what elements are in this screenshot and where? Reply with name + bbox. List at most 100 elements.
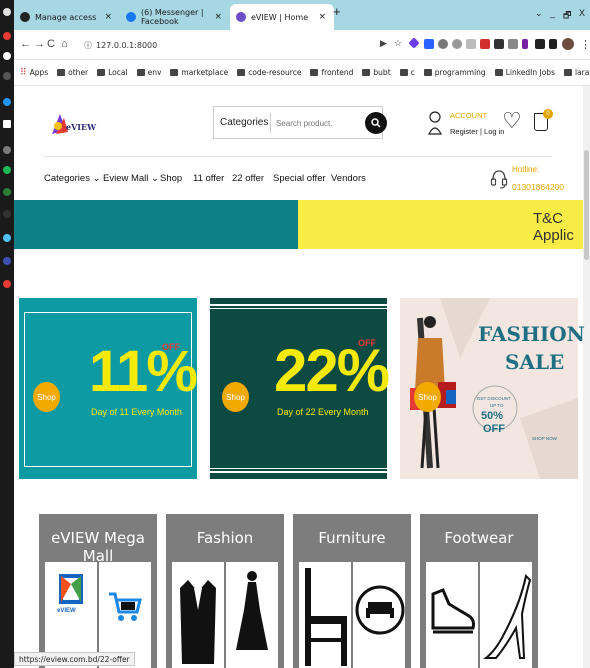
app-icon[interactable]: [3, 72, 11, 80]
restore-button[interactable]: 🗗: [563, 8, 571, 24]
search-icon: [371, 118, 381, 128]
extension-icon[interactable]: [549, 39, 557, 49]
extension-icon[interactable]: [466, 39, 476, 49]
categories-dropdown[interactable]: Categories: [220, 117, 268, 128]
app-icon[interactable]: [3, 234, 11, 242]
sneaker-icon: [431, 588, 475, 634]
tab-eview-home[interactable]: eVIEW | Home ×: [230, 4, 334, 30]
more-menu-icon[interactable]: ⋮: [580, 38, 590, 51]
tab-manage-access[interactable]: Manage access ×: [14, 4, 120, 30]
app-icon[interactable]: [3, 120, 11, 128]
github-icon: [20, 12, 30, 22]
bookmark-apps[interactable]: ⠿ Apps: [20, 68, 48, 78]
user-icon[interactable]: [428, 110, 442, 136]
home-icon[interactable]: ⌂: [61, 38, 68, 50]
extension-icon[interactable]: [452, 39, 462, 49]
promo-subtitle: Day of 11 Every Month: [91, 407, 182, 417]
shop-button[interactable]: Shop: [414, 382, 441, 412]
category-card-mega-mall[interactable]: eVIEW Mega Mall eVIEW: [39, 514, 157, 668]
account-label[interactable]: ACCOUNT: [450, 111, 487, 120]
wishlist-heart-icon[interactable]: ♡: [502, 108, 522, 134]
menu-special-offer[interactable]: Special offer: [273, 173, 326, 184]
minimize-button[interactable]: _: [550, 8, 555, 18]
extension-icon[interactable]: [408, 37, 420, 49]
category-card-furniture[interactable]: Furniture: [293, 514, 411, 668]
app-icon[interactable]: [3, 52, 11, 60]
bookmark-folder[interactable]: Local: [97, 68, 128, 77]
close-window-button[interactable]: X: [579, 8, 585, 18]
bookmark-folder[interactable]: LinkedIn Jobs: [494, 68, 555, 77]
extension-icon[interactable]: [424, 39, 434, 49]
close-icon[interactable]: ×: [318, 12, 326, 22]
bookmark-folder[interactable]: laravel: [563, 68, 590, 77]
bookmark-folder[interactable]: code-resource: [237, 68, 301, 77]
menu-eview-mall[interactable]: Eview Mall ⌄: [103, 173, 159, 184]
bookmark-folder[interactable]: env: [136, 68, 161, 77]
folder-icon: [399, 69, 408, 76]
app-icon[interactable]: [3, 280, 11, 288]
off-label: OFF: [162, 342, 180, 352]
shop-button[interactable]: Shop: [222, 382, 249, 412]
cart-count-badge: 0: [543, 109, 553, 119]
tab-search-icon[interactable]: ⌄: [535, 8, 543, 19]
mall-logo-text: eVIEW: [57, 608, 76, 614]
bookmark-folder[interactable]: bubt: [362, 68, 391, 77]
promo-22-offer[interactable]: Shop 22% OFF Day of 22 Every Month: [210, 298, 390, 479]
menu-vendors[interactable]: Vendors: [331, 173, 366, 184]
avatar[interactable]: [562, 38, 574, 50]
app-icon[interactable]: [3, 257, 11, 265]
category-card-fashion[interactable]: Fashion: [166, 514, 284, 668]
extension-icon[interactable]: [522, 39, 528, 49]
category-card-footwear[interactable]: Footwear: [420, 514, 538, 668]
search-button[interactable]: [365, 112, 387, 134]
menu-categories[interactable]: Categories ⌄: [44, 173, 101, 184]
eview-logo-icon: [59, 574, 83, 604]
search-input[interactable]: [276, 113, 360, 133]
menu-11-offer[interactable]: 11 offer: [193, 173, 224, 184]
menu-shop[interactable]: Shop: [160, 173, 182, 184]
github-icon[interactable]: [3, 8, 11, 16]
bookmark-folder[interactable]: programming: [423, 68, 486, 77]
bookmark-star-icon[interactable]: ☆: [394, 38, 402, 49]
new-tab-button[interactable]: +: [333, 4, 341, 19]
url-field[interactable]: ⓘ 127.0.0.1:8000: [84, 36, 157, 54]
puzzle-icon[interactable]: [535, 39, 545, 49]
extension-icon[interactable]: [438, 39, 448, 49]
facebook-icon: [126, 12, 136, 22]
bookmark-folder[interactable]: frontend: [310, 68, 353, 77]
promo-11-offer[interactable]: Shop 11% OFF Day of 11 Every Month: [19, 298, 198, 479]
reload-icon[interactable]: C: [47, 38, 55, 50]
close-icon[interactable]: ×: [104, 12, 112, 22]
shop-button[interactable]: Shop: [33, 382, 60, 412]
shop-now-link[interactable]: SHOP NOW: [532, 436, 557, 441]
forward-icon[interactable]: →: [34, 38, 45, 50]
address-bar: ← → C ⌂ ⓘ 127.0.0.1:8000 ▶ ☆ ⋮: [14, 30, 590, 60]
app-icon[interactable]: [3, 188, 11, 196]
bookmark-folder[interactable]: other: [57, 68, 88, 77]
category-title: Fashion: [196, 529, 254, 547]
extension-icon[interactable]: [494, 39, 504, 49]
app-icon[interactable]: [3, 32, 11, 40]
site-logo[interactable]: eVIEW: [46, 108, 96, 140]
cast-icon[interactable]: ▶: [380, 38, 387, 49]
app-icon[interactable]: [3, 146, 11, 154]
menu-22-offer[interactable]: 22 offer: [232, 173, 264, 184]
back-icon[interactable]: ←: [20, 38, 31, 50]
vscode-icon[interactable]: [3, 98, 11, 106]
os-dock: [0, 0, 14, 668]
folder-icon: [57, 69, 66, 76]
bookmark-folder[interactable]: c: [399, 68, 415, 77]
bookmarks-bar: ⠿ Apps other Local env marketplace code-r…: [14, 60, 590, 86]
spotify-icon[interactable]: [3, 166, 11, 174]
folder-icon: [423, 69, 432, 76]
hotline-number[interactable]: 01301864200: [512, 182, 564, 192]
folder-icon: [170, 69, 179, 76]
tab-messenger[interactable]: (6) Messenger | Facebook ×: [120, 4, 230, 30]
app-icon[interactable]: [3, 210, 11, 218]
extension-icon[interactable]: [508, 39, 518, 49]
promo-fashion-sale[interactable]: Shop FASHION SALE GET DISCOUNT UP TO 50%…: [400, 298, 585, 479]
register-login-link[interactable]: Register | Log in: [450, 127, 504, 136]
close-icon[interactable]: ×: [214, 12, 222, 22]
bookmark-folder[interactable]: marketplace: [170, 68, 228, 77]
extension-icon[interactable]: [480, 39, 490, 49]
